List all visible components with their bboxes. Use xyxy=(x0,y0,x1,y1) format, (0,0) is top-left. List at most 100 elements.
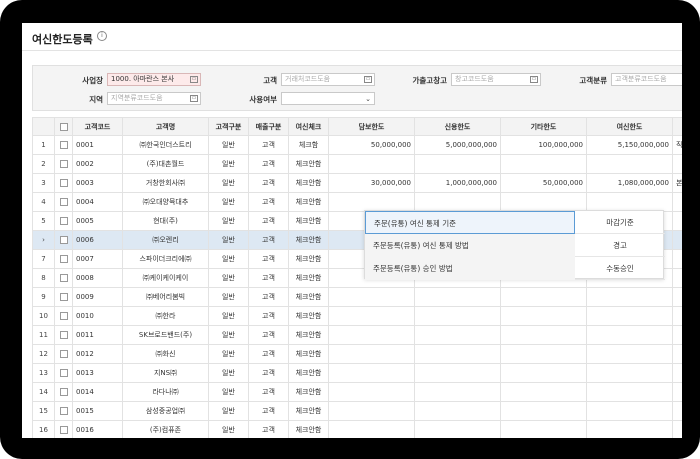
cell-extra[interactable] xyxy=(672,192,682,212)
row-checkbox[interactable] xyxy=(54,382,73,402)
cell-check[interactable]: 체크안함 xyxy=(288,230,329,250)
checkbox[interactable] xyxy=(59,179,68,187)
checkbox[interactable] xyxy=(59,255,68,263)
cell-credit[interactable]: 1,000,000,000 xyxy=(414,173,501,193)
cell-other[interactable] xyxy=(500,382,587,402)
table-row[interactable]: 1 0001 ㈜한국인더스트리 일반 고객 체크함 50,000,000 5,000,000,… xyxy=(32,135,682,155)
cell-collateral[interactable] xyxy=(328,420,415,438)
cell-code[interactable]: 0016 xyxy=(72,420,123,438)
cell-class[interactable]: 일반 xyxy=(208,211,249,231)
cell-other[interactable] xyxy=(500,420,587,438)
cell-name[interactable]: ㈜한국인더스트리 xyxy=(122,135,209,155)
header-extra[interactable] xyxy=(672,117,682,136)
checkbox[interactable] xyxy=(59,274,68,282)
chevron-down-icon[interactable]: ⌄ xyxy=(365,94,371,104)
info-icon[interactable]: i xyxy=(97,31,107,41)
cell-credit[interactable] xyxy=(414,325,501,345)
cell-class[interactable]: 일반 xyxy=(208,382,249,402)
table-row[interactable]: 13 0013 지NS㈜ 일반 고객 체크안함 xyxy=(32,363,682,383)
cell-name[interactable]: 라다나㈜ xyxy=(122,382,209,402)
cell-name[interactable]: 거창한회사㈜ xyxy=(122,173,209,193)
popup-row[interactable]: 주문(유통) 여신 통제 기준 마감기준 xyxy=(365,211,665,234)
cell-sales[interactable]: 고객 xyxy=(248,325,289,345)
cell-check[interactable]: 체크안함 xyxy=(288,192,329,212)
cell-limit[interactable] xyxy=(586,401,673,421)
cell-name[interactable]: SK브로드밴드(주) xyxy=(122,325,209,345)
cell-sales[interactable]: 고객 xyxy=(248,154,289,174)
cell-class[interactable]: 일반 xyxy=(208,363,249,383)
cell-other[interactable] xyxy=(500,344,587,364)
cell-other[interactable] xyxy=(500,363,587,383)
cell-credit[interactable] xyxy=(414,363,501,383)
row-checkbox[interactable] xyxy=(54,363,73,383)
checkbox[interactable] xyxy=(59,198,68,206)
custclass-field[interactable]: 고객분류코드도움 ▭ xyxy=(611,73,682,86)
cell-limit[interactable] xyxy=(586,344,673,364)
cell-code[interactable]: 0008 xyxy=(72,268,123,288)
cell-check[interactable]: 체크안함 xyxy=(288,401,329,421)
popup-row[interactable]: 주문등록(유통) 승인 방법 수동승인 xyxy=(365,257,665,280)
cell-extra[interactable] xyxy=(672,306,682,326)
header-collateral[interactable]: 담보한도 xyxy=(328,117,415,136)
cell-sales[interactable]: 고객 xyxy=(248,344,289,364)
cell-code[interactable]: 0012 xyxy=(72,344,123,364)
row-checkbox[interactable] xyxy=(54,325,73,345)
cell-other[interactable] xyxy=(500,287,587,307)
cell-sales[interactable]: 고객 xyxy=(248,249,289,269)
cell-limit[interactable]: 5,150,000,000 xyxy=(586,135,673,155)
cell-name[interactable]: 스파이더크리에㈜ xyxy=(122,249,209,269)
cell-sales[interactable]: 고객 xyxy=(248,268,289,288)
cell-extra[interactable] xyxy=(672,382,682,402)
cell-credit[interactable] xyxy=(414,192,501,212)
cell-limit[interactable] xyxy=(586,306,673,326)
popup-value[interactable]: 수동승인 xyxy=(575,257,665,280)
cell-check[interactable]: 체크안함 xyxy=(288,173,329,193)
header-name[interactable]: 고객명 xyxy=(122,117,209,136)
cell-check[interactable]: 체크안함 xyxy=(288,420,329,438)
cell-code[interactable]: 0014 xyxy=(72,382,123,402)
row-checkbox[interactable] xyxy=(54,401,73,421)
cell-credit[interactable]: 5,000,000,000 xyxy=(414,135,501,155)
cell-class[interactable]: 일반 xyxy=(208,154,249,174)
cell-extra[interactable] xyxy=(672,325,682,345)
row-checkbox[interactable] xyxy=(54,306,73,326)
cell-extra[interactable] xyxy=(672,344,682,364)
cell-check[interactable]: 체크안함 xyxy=(288,363,329,383)
checkbox[interactable] xyxy=(59,388,68,396)
checkbox[interactable] xyxy=(59,407,68,415)
table-row[interactable]: 3 0003 거창한회사㈜ 일반 고객 체크안함 30,000,000 1,000,000,0… xyxy=(32,173,682,193)
cell-code[interactable]: 0001 xyxy=(72,135,123,155)
cell-class[interactable]: 일반 xyxy=(208,173,249,193)
row-checkbox[interactable] xyxy=(54,192,73,212)
cell-check[interactable]: 체크안함 xyxy=(288,211,329,231)
cell-collateral[interactable]: 30,000,000 xyxy=(328,173,415,193)
cell-extra[interactable] xyxy=(672,420,682,438)
cell-check[interactable]: 체크안함 xyxy=(288,306,329,326)
cell-class[interactable]: 일반 xyxy=(208,401,249,421)
region-field[interactable]: 지역분류코드도움 ▭ xyxy=(107,92,201,105)
lookup-icon[interactable]: ▭ xyxy=(530,76,538,83)
cell-other[interactable] xyxy=(500,192,587,212)
cell-class[interactable]: 일반 xyxy=(208,249,249,269)
table-row[interactable]: 2 0002 (주)대촌월드 일반 고객 체크안함 xyxy=(32,154,682,174)
cell-other[interactable] xyxy=(500,401,587,421)
cell-credit[interactable] xyxy=(414,344,501,364)
popup-value[interactable]: 마감기준 xyxy=(575,211,665,234)
cell-limit[interactable] xyxy=(586,154,673,174)
cell-limit[interactable]: 1,080,000,000 xyxy=(586,173,673,193)
cell-sales[interactable]: 고객 xyxy=(248,363,289,383)
cell-credit[interactable] xyxy=(414,306,501,326)
cell-extra[interactable] xyxy=(672,363,682,383)
table-row[interactable]: 10 0010 ㈜한라 일반 고객 체크안함 xyxy=(32,306,682,326)
cell-name[interactable]: ㈜오렌리 xyxy=(122,230,209,250)
cell-limit[interactable] xyxy=(586,382,673,402)
cell-check[interactable]: 체크안함 xyxy=(288,249,329,269)
checkbox[interactable] xyxy=(59,350,68,358)
cell-class[interactable]: 일반 xyxy=(208,325,249,345)
cell-limit[interactable] xyxy=(586,192,673,212)
cell-name[interactable]: ㈜오대양뮥대추 xyxy=(122,192,209,212)
cell-limit[interactable] xyxy=(586,363,673,383)
cell-check[interactable]: 체크안함 xyxy=(288,287,329,307)
cell-credit[interactable] xyxy=(414,287,501,307)
cell-check[interactable]: 체크안함 xyxy=(288,154,329,174)
